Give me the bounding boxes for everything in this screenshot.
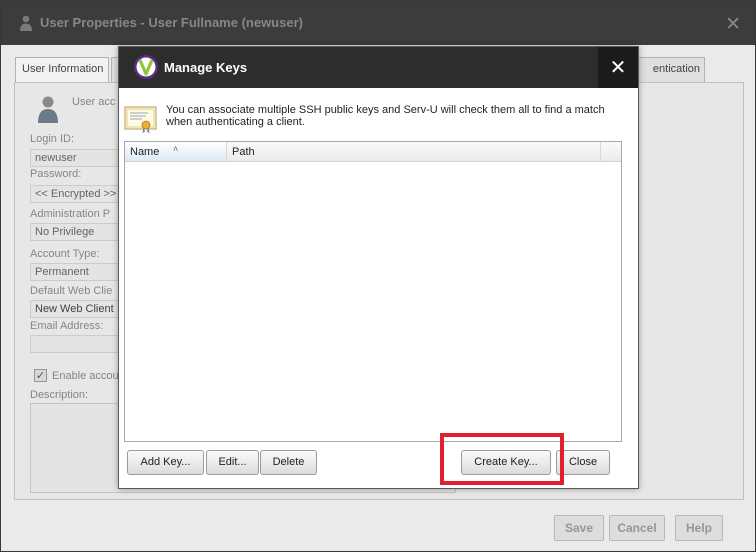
dialog-close-icon[interactable]: ✕ xyxy=(598,47,638,88)
column-header-spacer xyxy=(601,142,621,161)
add-key-button[interactable]: Add Key... xyxy=(127,450,204,475)
keys-table-header: Name ˄ Path xyxy=(125,142,621,162)
close-button[interactable]: Close xyxy=(556,450,610,475)
dialog-title: Manage Keys xyxy=(164,60,248,75)
certificate-icon xyxy=(124,106,157,134)
manage-keys-dialog: Manage Keys ✕ You can associate multiple… xyxy=(118,46,639,489)
keys-table[interactable]: Name ˄ Path xyxy=(124,141,622,442)
column-header-path[interactable]: Path xyxy=(227,142,601,161)
dialog-titlebar: Manage Keys ✕ xyxy=(119,47,638,88)
column-header-name[interactable]: Name ˄ xyxy=(125,142,227,161)
edit-key-button[interactable]: Edit... xyxy=(206,450,259,475)
highlight-annotation xyxy=(440,433,564,485)
serv-u-logo-icon xyxy=(134,55,158,79)
dialog-description: You can associate multiple SSH public ke… xyxy=(166,104,605,128)
sort-indicator-icon: ˄ xyxy=(173,144,179,154)
column-name-label: Name xyxy=(130,146,160,158)
delete-key-button[interactable]: Delete xyxy=(260,450,317,475)
